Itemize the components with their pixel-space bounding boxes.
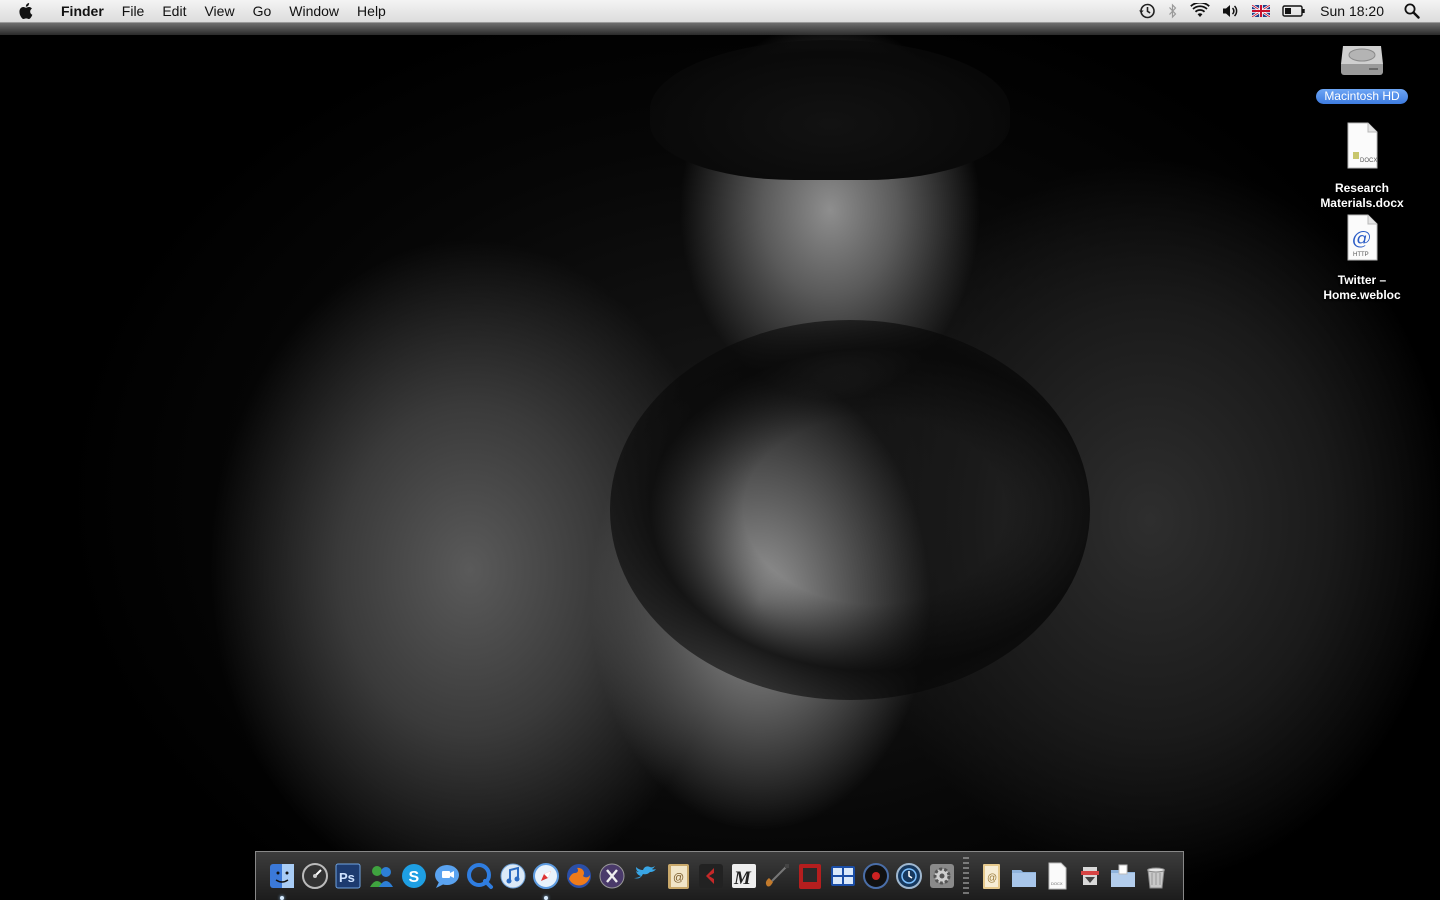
svg-text:DOCX: DOCX <box>1051 881 1063 886</box>
dock-item-skype[interactable]: S <box>398 861 429 892</box>
x11-icon <box>599 863 624 889</box>
menu-app-name[interactable]: Finder <box>51 0 113 22</box>
dock-item-docx-stack[interactable]: DOCX <box>1041 861 1072 892</box>
menubar-shadow <box>0 23 1440 35</box>
folder-icon <box>1011 870 1036 887</box>
docx-document-icon: DOCX <box>1345 122 1379 175</box>
dock-item-folder[interactable] <box>1008 861 1039 892</box>
dock-item-firefox[interactable] <box>563 861 594 892</box>
menu-file[interactable]: File <box>113 0 154 22</box>
dock-item-finder[interactable] <box>266 861 297 900</box>
finder-icon <box>269 864 294 888</box>
volume-icon[interactable] <box>1222 0 1240 22</box>
dock-item-dvd-player[interactable] <box>860 861 891 892</box>
trash-icon <box>1146 867 1165 889</box>
twitter-bird-icon <box>633 866 656 879</box>
dock-item-ichat[interactable] <box>431 861 462 892</box>
garageband-guitar-icon <box>765 864 789 887</box>
svg-text:HTTP: HTTP <box>1353 252 1369 258</box>
messenger-icon <box>369 866 393 887</box>
desktop-icon-research-materials[interactable]: DOCX Research Materials.docx <box>1307 122 1417 211</box>
dock-separator <box>963 857 969 895</box>
dock-item-messenger[interactable] <box>365 861 396 892</box>
dock-apps: Ps S @ M <box>266 861 959 900</box>
svg-text:@: @ <box>987 873 997 884</box>
desktop-wallpaper <box>0 0 1440 900</box>
desktop-icon-twitter-webloc[interactable]: @ HTTP Twitter – Home.webloc <box>1307 214 1417 303</box>
documents-folder-icon <box>1110 864 1135 887</box>
spaces-icon <box>830 866 855 886</box>
svg-text:M: M <box>733 868 752 889</box>
photo-booth-icon <box>798 864 821 889</box>
svg-text:@: @ <box>1352 227 1371 249</box>
dock-item-documents-folder[interactable] <box>1107 861 1138 892</box>
running-indicator <box>279 895 284 900</box>
time-machine-icon <box>895 863 922 889</box>
ichat-icon <box>434 865 459 888</box>
dock-item-photo-booth[interactable] <box>794 861 825 892</box>
address-stack-icon: @ <box>982 864 1000 889</box>
desktop-icon-label: Twitter – Home.webloc <box>1323 273 1401 302</box>
downloads-stack-icon <box>1080 867 1099 885</box>
menu-bar: Finder File Edit View Go Window Help Sun… <box>0 0 1440 23</box>
safari-icon <box>532 863 559 889</box>
docx-stack-icon: DOCX <box>1048 862 1066 890</box>
dock-item-photoshop[interactable]: Ps <box>332 861 363 892</box>
dock-item-mail-m[interactable]: M <box>728 861 759 892</box>
svg-text:S: S <box>408 869 419 886</box>
menu-help[interactable]: Help <box>348 0 395 22</box>
running-indicator <box>543 895 548 900</box>
desktop-icon-label: Macintosh HD <box>1316 89 1408 104</box>
photoshop-icon: Ps <box>335 863 360 889</box>
dashboard-icon <box>301 863 328 889</box>
menu-window[interactable]: Window <box>280 0 348 22</box>
dock-item-itunes[interactable] <box>497 861 528 892</box>
mail-m-icon: M <box>731 864 756 889</box>
desktop-icon-label: Research Materials.docx <box>1320 181 1404 210</box>
dock-item-quicktime[interactable] <box>464 861 495 892</box>
dock-item-downloads-stack[interactable] <box>1074 861 1105 892</box>
svg-text:DOCX: DOCX <box>1360 158 1377 164</box>
menu-go[interactable]: Go <box>244 0 281 22</box>
uk-flag-icon[interactable] <box>1252 0 1271 22</box>
dock-item-filezilla[interactable] <box>695 861 726 892</box>
filezilla-icon <box>698 864 723 888</box>
system-preferences-icon <box>929 864 954 888</box>
menubar-clock[interactable]: Sun 18:20 <box>1320 3 1384 19</box>
svg-text:@: @ <box>673 872 684 884</box>
battery-icon[interactable] <box>1282 0 1306 22</box>
time-machine-icon[interactable] <box>1138 0 1156 22</box>
skype-icon: S <box>401 864 426 888</box>
desktop-icon-macintosh-hd[interactable]: Macintosh HD <box>1307 36 1417 104</box>
dock-stacks: @ DOCX <box>975 861 1173 892</box>
itunes-icon <box>500 863 525 889</box>
webloc-http-icon: @ HTTP <box>1345 214 1379 267</box>
dock-item-safari[interactable] <box>530 861 561 900</box>
dock: Ps S @ M @ DOCX <box>255 851 1184 900</box>
wallpaper-shade <box>650 40 1010 180</box>
dvd-player-icon <box>862 863 889 889</box>
firefox-icon <box>566 864 591 888</box>
wifi-icon[interactable] <box>1190 0 1210 22</box>
dock-item-garageband-guitar[interactable] <box>761 861 792 892</box>
dock-item-address-book[interactable]: @ <box>662 861 693 892</box>
dock-item-x11[interactable] <box>596 861 627 892</box>
dock-item-address-stack[interactable]: @ <box>975 861 1006 892</box>
menu-edit[interactable]: Edit <box>153 0 195 22</box>
dock-item-spaces[interactable] <box>827 861 858 892</box>
bluetooth-icon[interactable] <box>1168 0 1178 22</box>
wallpaper-shade <box>610 320 1090 700</box>
dock-item-twitter-bird[interactable] <box>629 861 660 892</box>
dock-item-system-preferences[interactable] <box>926 861 957 892</box>
dock-item-time-machine[interactable] <box>893 861 924 892</box>
apple-menu-icon[interactable] <box>19 2 35 20</box>
quicktime-icon <box>466 863 493 889</box>
address-book-icon: @ <box>667 864 689 889</box>
menu-view[interactable]: View <box>195 0 243 22</box>
spotlight-search-icon[interactable] <box>1404 0 1420 22</box>
dock-item-dashboard[interactable] <box>299 861 330 892</box>
dock-item-trash[interactable] <box>1140 861 1171 892</box>
svg-text:Ps: Ps <box>339 870 355 885</box>
hard-drive-icon <box>1339 36 1385 83</box>
